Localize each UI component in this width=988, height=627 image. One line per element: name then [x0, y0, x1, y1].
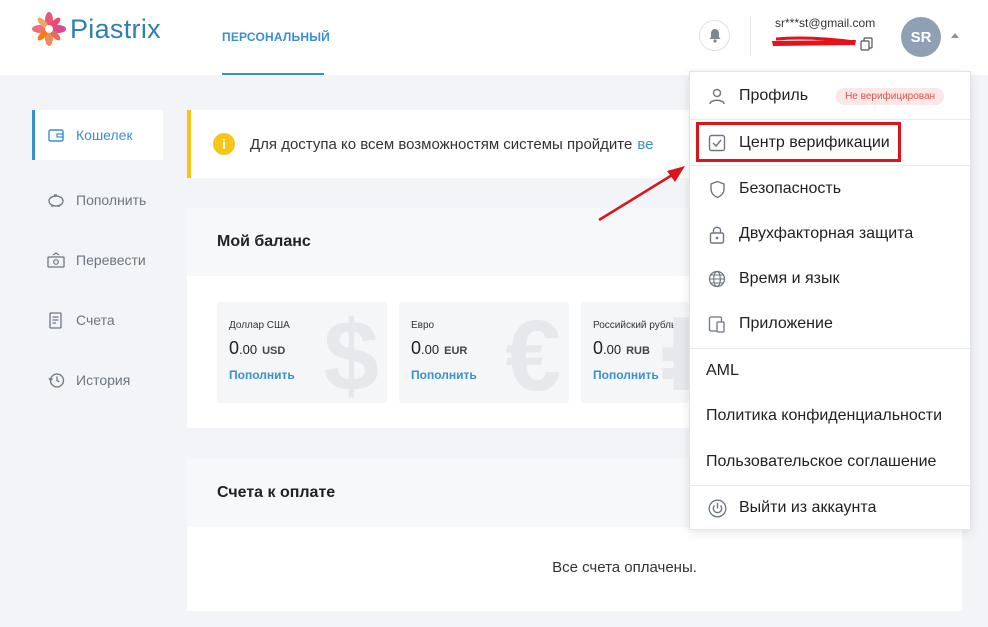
- balance-card: Мой баланс $ Доллар США 0.00 USD Пополни…: [187, 208, 707, 428]
- sidebar-item-label: Кошелек: [76, 127, 133, 143]
- menu-item-label: Безопасность: [739, 180, 842, 197]
- currency-card-rub: ₽ Российский рубль 0.00 RUB Пополнить: [581, 302, 689, 403]
- copy-icon[interactable]: [860, 37, 873, 51]
- sidebar: Кошелек Пополнить Перевести Счета Истори…: [32, 110, 163, 410]
- chevron-up-icon[interactable]: [951, 33, 959, 38]
- mobile-devices-icon: [707, 314, 727, 334]
- power-icon: [707, 498, 727, 518]
- menu-item-app[interactable]: Приложение: [690, 302, 970, 346]
- dollar-icon: $: [323, 302, 379, 403]
- sidebar-item-label: Счета: [76, 312, 115, 328]
- menu-item-profile[interactable]: Профиль Не верифицирован: [690, 74, 970, 118]
- menu-divider: [690, 165, 970, 166]
- menu-item-label: Двухфакторная защита: [739, 225, 914, 242]
- user-icon: [707, 86, 727, 106]
- sidebar-item-invoices[interactable]: Счета: [32, 290, 163, 350]
- sidebar-item-wallet[interactable]: Кошелек: [32, 110, 163, 160]
- highlight-box: [696, 122, 901, 162]
- annotation-arrow-icon: [598, 166, 685, 222]
- menu-item-2fa[interactable]: Двухфакторная защита: [690, 212, 970, 256]
- euro-icon: €: [505, 302, 561, 403]
- bills-empty-text: Все счета оплачены.: [552, 559, 697, 576]
- notifications-button[interactable]: [699, 20, 730, 51]
- lock-icon: [707, 224, 727, 244]
- user-email: sr***st@gmail.com: [775, 16, 876, 30]
- status-badge: Не верифицирован: [836, 87, 945, 105]
- sidebar-item-label: Пополнить: [76, 192, 147, 208]
- menu-item-label: Время и язык: [739, 270, 840, 287]
- ruble-icon: ₽: [659, 306, 689, 403]
- menu-item-aml[interactable]: AML: [690, 349, 970, 393]
- sidebar-item-label: История: [76, 372, 131, 388]
- logo-text: Piastrix: [70, 13, 161, 44]
- logo[interactable]: Piastrix: [32, 12, 161, 46]
- currency-card-usd: $ Доллар США 0.00 USD Пополнить: [217, 302, 387, 403]
- globe-icon: [707, 269, 727, 289]
- sidebar-item-label: Перевести: [76, 252, 146, 268]
- currency-card-eur: € Евро 0.00 EUR Пополнить: [399, 302, 569, 403]
- menu-item-security[interactable]: Безопасность: [690, 167, 970, 211]
- menu-divider: [690, 119, 970, 120]
- sidebar-item-history[interactable]: История: [32, 350, 163, 410]
- alert-text: Для доступа ко всем возможностям системы…: [250, 135, 633, 153]
- menu-item-label: Приложение: [739, 315, 833, 332]
- redaction-scribble: [772, 36, 856, 46]
- sidebar-item-topup[interactable]: Пополнить: [32, 170, 163, 230]
- bell-icon: [709, 29, 720, 43]
- header-divider: [750, 16, 751, 56]
- wallet-icon: [47, 126, 65, 144]
- currency-list: $ Доллар США 0.00 USD Пополнить € Евро 0…: [217, 302, 701, 403]
- menu-item-logout[interactable]: Выйти из аккаунта: [690, 486, 970, 530]
- avatar[interactable]: SR: [901, 17, 941, 57]
- piggy-bank-icon: [47, 191, 65, 209]
- menu-item-time-language[interactable]: Время и язык: [690, 257, 970, 301]
- sidebar-item-transfer[interactable]: Перевести: [32, 230, 163, 290]
- menu-item-privacy[interactable]: Политика конфиденциальности: [690, 394, 970, 438]
- tab-personal[interactable]: ПЕРСОНАЛЬНЫЙ: [222, 0, 330, 75]
- invoice-icon: [47, 311, 65, 329]
- menu-item-label: Выйти из аккаунта: [739, 499, 877, 516]
- flower-logo-icon: [32, 12, 66, 46]
- menu-item-agreement[interactable]: Пользовательское соглашение: [690, 440, 970, 484]
- menu-item-label: Профиль: [739, 87, 809, 104]
- alert-link[interactable]: ве: [637, 136, 653, 153]
- history-icon: [47, 371, 65, 389]
- top-header: Piastrix ПЕРСОНАЛЬНЫЙ sr***st@gmail.com …: [0, 0, 988, 75]
- info-icon: i: [213, 133, 235, 155]
- transfer-icon: [47, 251, 65, 269]
- shield-icon: [707, 179, 727, 199]
